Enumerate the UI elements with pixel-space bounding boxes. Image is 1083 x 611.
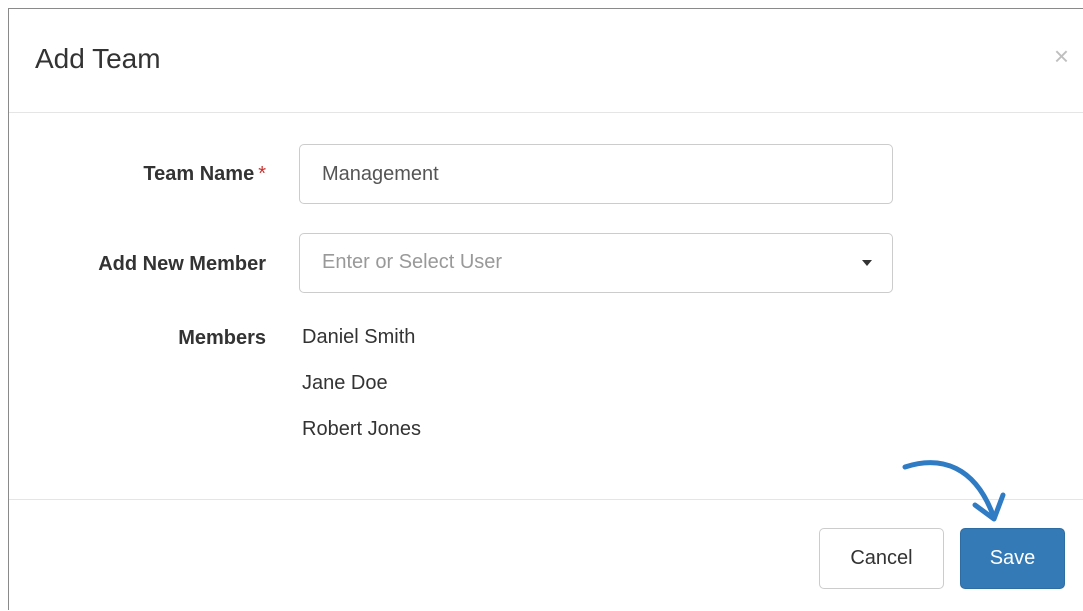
members-label: Members [178,327,266,349]
modal-title: Add Team [35,43,161,74]
modal-header: Add Team × [9,9,1083,113]
required-marker: * [258,163,266,185]
close-icon: × [1053,41,1069,71]
member-item: Robert Jones [302,418,421,440]
add-member-placeholder: Enter or Select User [322,251,503,273]
team-name-label: Team Name * [143,163,266,185]
add-team-modal: Add Team × Team Name* Add New Member Ent… [8,8,1083,610]
add-member-select[interactable]: Enter or Select User [299,233,893,293]
close-button[interactable]: × [1054,43,1069,69]
team-name-input[interactable] [299,144,893,204]
add-member-label: Add New Member [98,253,266,275]
member-item: Daniel Smith [302,326,416,348]
members-list: Daniel Smith Jane Doe Robert Jones [302,327,421,465]
member-item: Jane Doe [302,372,388,394]
save-button[interactable]: Save [960,528,1065,589]
modal-footer: Cancel Save [9,499,1083,611]
cancel-button[interactable]: Cancel [819,528,944,589]
caret-down-icon [862,260,872,266]
